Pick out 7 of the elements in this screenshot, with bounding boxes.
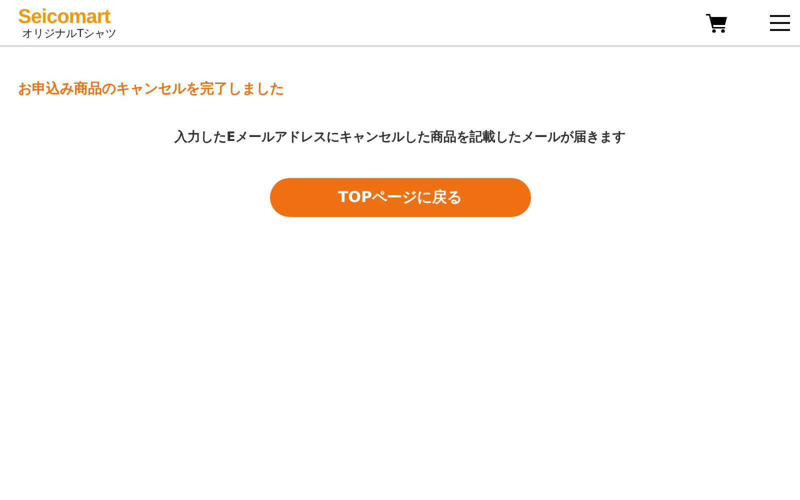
page-heading: お申込み商品のキャンセルを完了しました [18,80,285,98]
menu-icon[interactable] [770,14,790,30]
info-message: 入力したEメールアドレスにキャンセルした商品を記載したメールが届きます [174,130,626,145]
logo-subtitle: オリジナルTシャツ [22,28,117,38]
logo[interactable]: Seicomart [18,6,117,26]
cart-icon[interactable] [706,12,728,32]
back-to-top-button[interactable]: TOPページに戻る [270,178,530,217]
